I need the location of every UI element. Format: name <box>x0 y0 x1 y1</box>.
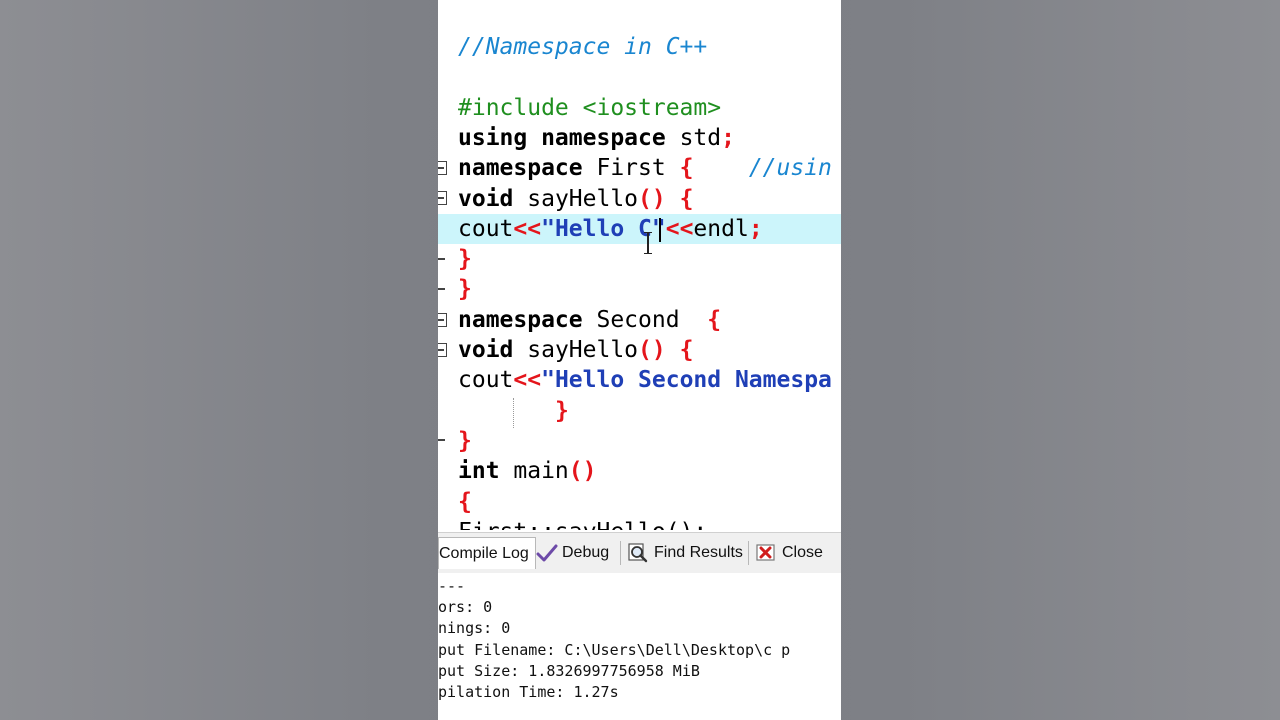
fold-end-marker <box>438 439 445 441</box>
code-token: } <box>458 276 472 302</box>
code-token: () { <box>638 186 694 212</box>
code-token: main <box>513 458 569 484</box>
code-token: } <box>458 428 472 454</box>
code-line[interactable]: using namespace std; <box>458 123 735 153</box>
code-token: ; <box>721 125 735 151</box>
log-line: pilation Time: 1.27s <box>438 683 619 701</box>
fold-toggle-icon[interactable] <box>438 343 447 357</box>
code-line[interactable]: cout<<"Hello C"<<endl; <box>438 214 841 244</box>
checkmark-icon <box>536 543 558 563</box>
code-line[interactable]: void sayHello() { <box>458 335 693 365</box>
log-line: put Filename: C:\Users\Dell\Desktop\c p <box>438 640 791 659</box>
code-token: First <box>596 155 680 181</box>
close-icon <box>756 543 776 563</box>
code-line[interactable]: namespace Second { <box>458 305 721 335</box>
fold-toggle-icon[interactable] <box>438 313 447 327</box>
log-line: ors: 0 <box>438 598 493 617</box>
tab-find-results[interactable]: Find Results <box>628 538 743 568</box>
magnifier-icon <box>628 543 648 563</box>
code-token: //Namespace in C++ <box>458 34 708 60</box>
code-line[interactable]: } <box>458 244 472 274</box>
text-caret <box>659 218 661 242</box>
tab-debug[interactable]: Debug <box>536 538 609 568</box>
code-token: cout <box>458 367 514 393</box>
tab-separator <box>620 541 621 565</box>
code-token: sayHello <box>527 186 639 212</box>
code-token: #include <iostream> <box>458 95 722 121</box>
tab-separator <box>748 541 749 565</box>
code-token: () <box>568 458 597 484</box>
code-token: cout <box>458 216 514 242</box>
code-token: ; <box>748 216 763 242</box>
code-token: () { <box>638 337 694 363</box>
fold-end-marker <box>438 258 445 260</box>
tab-find-results-label: Find Results <box>654 544 743 561</box>
code-line[interactable]: namespace First { //usin <box>458 153 832 183</box>
code-line[interactable]: First::sayHello(); <box>458 517 707 530</box>
code-token: namespace <box>458 155 597 181</box>
code-token: //usin <box>693 155 832 181</box>
code-token: sayHello <box>527 337 639 363</box>
code-token: << <box>513 216 542 242</box>
log-line: --- <box>438 577 466 595</box>
code-token: endl <box>693 216 749 242</box>
fold-end-marker <box>438 288 445 290</box>
code-token: First::sayHello(); <box>458 519 707 530</box>
tab-debug-label: Debug <box>562 544 610 561</box>
code-line[interactable]: #include <iostream> <box>458 93 721 123</box>
code-line[interactable]: } <box>458 426 472 456</box>
log-line: nings: 0 <box>438 619 511 638</box>
code-line[interactable]: void sayHello() { <box>458 184 693 214</box>
ide-window: //Namespace in C++ #include <iostream> usi… <box>438 0 841 720</box>
code-token: } <box>458 246 472 272</box>
code-token: { <box>458 489 472 515</box>
log-line: put Size: 1.8326997756958 MiB <box>438 661 700 680</box>
bottom-tab-bar: Compile Log Debug Find Results Close <box>438 532 841 574</box>
code-line[interactable]: } <box>458 274 472 304</box>
code-line[interactable]: cout<<"Hello Second Namespa <box>458 365 832 395</box>
indent-guide <box>513 398 515 428</box>
code-token: namespace <box>458 307 597 333</box>
fold-toggle-icon[interactable] <box>438 161 447 175</box>
code-token: void <box>458 337 528 363</box>
code-token: using namespace <box>458 125 680 151</box>
close-button[interactable]: Close <box>756 538 823 568</box>
tab-compile-log-label: Compile Log <box>439 544 529 562</box>
code-token: { <box>679 155 694 181</box>
code-editor[interactable]: //Namespace in C++ #include <iostream> usi… <box>438 0 841 530</box>
code-line[interactable]: //Namespace in C++ <box>458 32 707 62</box>
code-token: void <box>458 186 528 212</box>
code-line[interactable]: { <box>458 487 472 517</box>
compile-log-output[interactable]: --- ors: 0 nings: 0 put Filename: C:\Users\… <box>438 573 841 720</box>
close-button-label: Close <box>782 544 823 561</box>
code-token: { <box>707 307 722 333</box>
code-token: << <box>513 367 542 393</box>
code-token: } <box>554 398 569 424</box>
code-line[interactable]: int main() <box>458 456 596 486</box>
code-token: std <box>679 125 722 151</box>
fold-toggle-icon[interactable] <box>438 191 447 205</box>
code-token: int <box>458 458 514 484</box>
code-token: "Hello Second Namespa <box>541 367 832 393</box>
tab-compile-log[interactable]: Compile Log <box>438 537 536 569</box>
ibeam-cursor-icon <box>644 232 652 254</box>
code-token: Second <box>596 307 708 333</box>
code-token: << <box>665 216 694 242</box>
